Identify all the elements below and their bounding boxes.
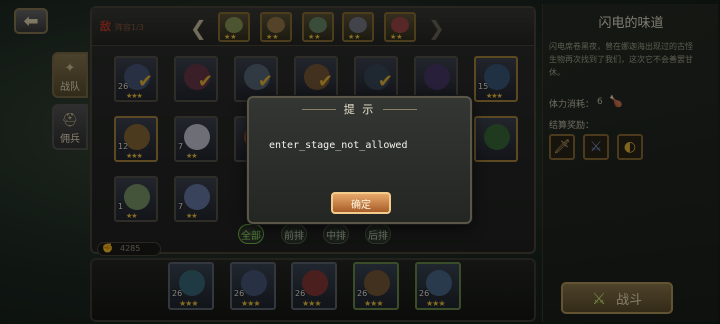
dialog-message: enter_stage_not_allowed — [269, 140, 408, 151]
header-ornament — [301, 108, 336, 110]
confirm-button[interactable]: 确定 — [331, 192, 391, 214]
dialog-title: 提 示 — [343, 103, 376, 116]
alert-dialog: 提 示 enter_stage_not_allowed 确定 — [247, 96, 472, 224]
header-ornament — [383, 108, 418, 110]
dialog-header: 提 示 — [249, 98, 470, 120]
